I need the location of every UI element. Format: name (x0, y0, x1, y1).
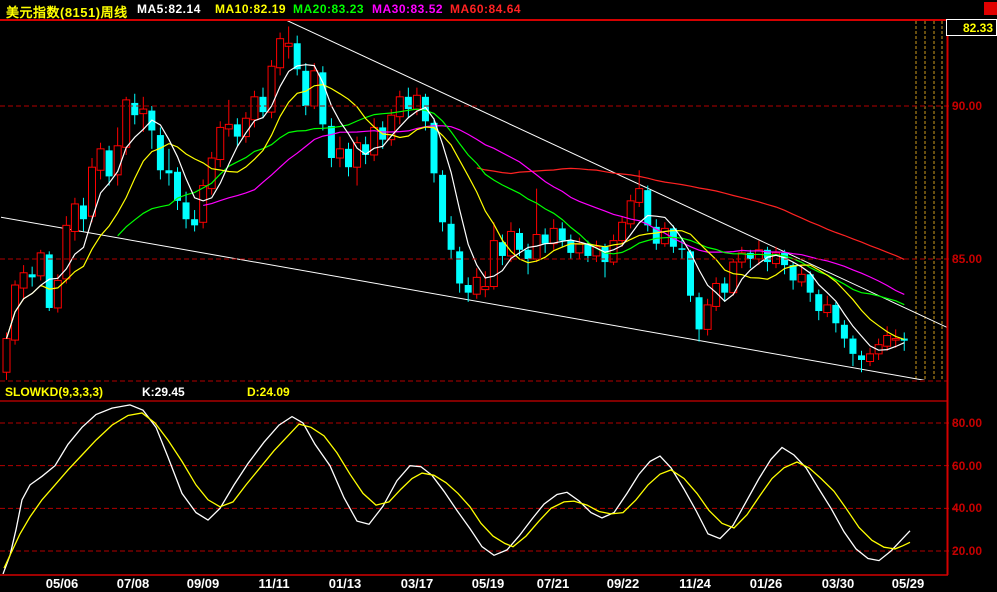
price-axis-label: 90.00 (952, 99, 983, 113)
ma20-legend-label: MA20:83.23 (293, 2, 365, 16)
x-axis-tick-label: 07/21 (536, 576, 570, 591)
x-axis-tick-label: 01/13 (328, 576, 362, 591)
ma30-legend-label: MA30:83.52 (372, 2, 444, 16)
x-axis-tick-label: 09/22 (606, 576, 640, 591)
x-axis-tick-label: 11/24 (679, 576, 711, 591)
last-price-box: 82.33 (946, 19, 997, 36)
indicator-axis-label: 20.00 (952, 544, 983, 558)
indicator-d-value: D:24.09 (247, 385, 290, 399)
x-axis-tick-label: 05/29 (891, 576, 925, 591)
indicator-axis-label: 60.00 (952, 458, 983, 473)
x-axis-tick-label: 01/26 (749, 576, 783, 591)
ma10-legend-label: MA10:82.19 (215, 2, 287, 16)
x-axis-tick-label: 09/09 (186, 576, 220, 591)
x-axis-tick-label: 03/17 (400, 576, 434, 591)
ma5-legend-label: MA5:82.14 (137, 2, 201, 16)
chart-canvas[interactable] (0, 0, 997, 592)
x-axis-tick-label: 05/19 (471, 576, 505, 591)
ma60-legend-label: MA60:84.64 (450, 2, 522, 16)
indicator-name-label: SLOWKD(9,3,3,3) (5, 385, 104, 399)
instrument-title: 美元指数(8151)周线 (6, 5, 128, 20)
x-axis-tick-label: 11/11 (258, 576, 290, 591)
price-axis-label: 85.00 (952, 252, 983, 266)
top-right-red-badge (984, 2, 997, 15)
indicator-axis-label: 40.00 (952, 501, 983, 516)
indicator-axis-label: 80.00 (952, 416, 983, 430)
chart-app-window: 美元指数(8151)周线 MA5:82.14 MA10:82.19 MA20:83.… (0, 0, 997, 592)
x-axis-tick-label: 07/08 (116, 576, 150, 591)
x-axis-tick-label: 03/30 (821, 576, 855, 591)
indicator-k-value: K:29.45 (142, 385, 185, 399)
x-axis-tick-label: 05/06 (45, 576, 79, 591)
